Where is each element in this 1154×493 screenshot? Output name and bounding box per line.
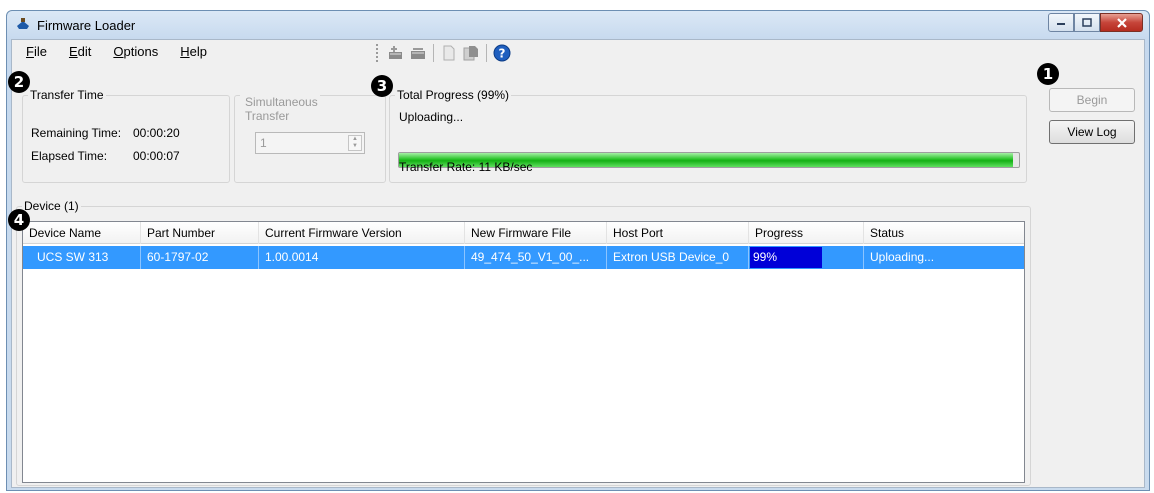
device-table: Device Name Part Number Current Firmware…	[22, 221, 1025, 483]
title-bar[interactable]: Firmware Loader	[7, 11, 1149, 39]
new-file-button[interactable]	[438, 43, 460, 63]
spinner-up-icon[interactable]: ▲	[349, 136, 361, 143]
transfer-time-legend: Transfer Time	[30, 88, 104, 102]
menu-options[interactable]: Options	[113, 44, 158, 59]
open-files-button[interactable]	[460, 43, 482, 63]
new-file-icon	[443, 45, 455, 61]
menu-file-label: ile	[33, 43, 47, 59]
simultaneous-transfer-spinner[interactable]: 1 ▲ ▼	[255, 132, 365, 154]
menu-options-label: ptions	[123, 43, 159, 59]
maximize-button[interactable]	[1074, 13, 1100, 32]
simultaneous-label-line2: Transfer	[245, 109, 290, 123]
callout-marker-2: 2	[8, 71, 30, 93]
column-header-status[interactable]: Status	[864, 222, 1024, 244]
remaining-time-value: 00:00:20	[133, 126, 180, 140]
remove-device-button[interactable]	[407, 43, 429, 63]
callout-marker-3: 3	[371, 75, 393, 97]
close-button[interactable]	[1100, 13, 1143, 32]
svg-text:?: ?	[499, 47, 506, 61]
toolbar-grip[interactable]	[376, 44, 379, 62]
row-progress-text: 99%	[753, 250, 778, 264]
spinner-value: 1	[260, 136, 267, 150]
open-files-icon	[463, 46, 478, 61]
device-group-legend: Device (1)	[24, 199, 79, 213]
minimize-icon	[1057, 22, 1065, 25]
total-progress-legend: Total Progress (99%)	[397, 88, 510, 102]
menu-edit[interactable]: Edit	[69, 44, 91, 59]
menu-file-accel: F	[26, 43, 34, 59]
spinner-arrows[interactable]: ▲ ▼	[348, 135, 362, 151]
add-device-button[interactable]	[385, 43, 407, 63]
cell-device-name: UCS SW 313	[23, 246, 141, 269]
elapsed-time-value: 00:00:07	[133, 149, 180, 163]
client-area: File Edit Options Help ? Transfer Time R…	[11, 39, 1145, 488]
callout-marker-1: 1	[1037, 63, 1059, 85]
table-row[interactable]: UCS SW 313 60-1797-02 1.00.0014 49_474_5…	[23, 246, 1024, 269]
toolbar-separator	[433, 44, 434, 62]
menu-help-label: elp	[189, 43, 207, 59]
view-log-button[interactable]: View Log	[1049, 120, 1135, 144]
firmware-loader-window: Firmware Loader File Edit Options Help ?…	[6, 10, 1150, 491]
maximize-icon	[1082, 18, 1092, 27]
menu-help-accel: H	[180, 43, 190, 59]
column-header-progress[interactable]: Progress	[749, 222, 864, 244]
simultaneous-transfer-label: Simultaneous Transfer	[243, 95, 320, 123]
cell-new-firmware-file: 49_474_50_V1_00_...	[465, 246, 607, 269]
column-header-host-port[interactable]: Host Port	[607, 222, 749, 244]
menu-options-accel: O	[113, 43, 124, 59]
app-icon	[17, 18, 29, 29]
menu-edit-label: dit	[77, 43, 92, 59]
column-header-device-name[interactable]: Device Name	[23, 222, 141, 244]
cell-progress: 99%	[749, 246, 864, 269]
simultaneous-label-line1: Simultaneous	[245, 95, 318, 109]
cell-current-firmware: 1.00.0014	[259, 246, 465, 269]
cell-part-number: 60-1797-02	[141, 246, 259, 269]
help-button[interactable]: ?	[491, 43, 513, 63]
column-header-current-firmware[interactable]: Current Firmware Version	[259, 222, 465, 244]
cell-status: Uploading...	[870, 250, 935, 264]
close-icon	[1116, 17, 1127, 28]
elapsed-time-label: Elapsed Time:	[31, 149, 108, 163]
callout-marker-4: 4	[8, 209, 30, 231]
minimize-button[interactable]	[1048, 13, 1074, 32]
column-header-new-firmware-file[interactable]: New Firmware File	[465, 222, 607, 244]
toolbar-separator	[486, 44, 487, 62]
toolbar: ?	[376, 43, 513, 63]
menu-edit-accel: E	[68, 43, 78, 59]
menu-file[interactable]: File	[26, 44, 47, 59]
begin-button[interactable]: Begin	[1049, 88, 1135, 112]
menu-bar: File Edit Options Help	[12, 40, 372, 62]
menu-help[interactable]: Help	[180, 44, 207, 59]
remaining-time-label: Remaining Time:	[31, 126, 122, 140]
help-icon: ?	[493, 44, 511, 62]
window-title: Firmware Loader	[37, 18, 136, 33]
table-header: Device Name Part Number Current Firmware…	[23, 222, 1024, 244]
upload-status-text: Uploading...	[399, 110, 464, 124]
cell-host-port: Extron USB Device_0	[607, 246, 749, 269]
transfer-rate-text: Transfer Rate: 11 KB/sec	[399, 160, 533, 174]
add-device-icon	[389, 46, 402, 59]
spinner-down-icon[interactable]: ▼	[349, 143, 361, 150]
remove-device-icon	[411, 48, 425, 59]
column-header-part-number[interactable]: Part Number	[141, 222, 259, 244]
